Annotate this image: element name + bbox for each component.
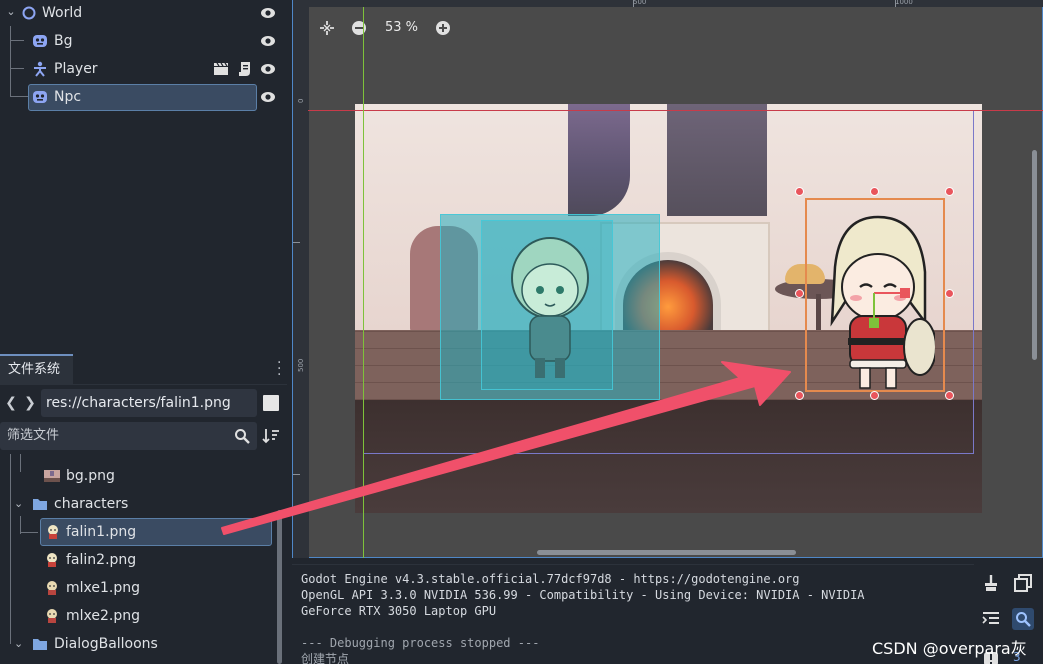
visibility-eye-icon[interactable]: [260, 89, 276, 105]
axis-y-line: [363, 7, 364, 558]
file-label: mlxe1.png: [66, 580, 140, 596]
script-icon[interactable]: [238, 61, 252, 77]
axis-x-line: [308, 110, 1043, 111]
node2d-icon: [22, 6, 36, 20]
ruler-top: [293, 0, 1043, 7]
filter-files-input[interactable]: 筛选文件: [0, 422, 257, 450]
tree-node-label: World: [42, 5, 83, 21]
tree-node-bg[interactable]: Bg: [0, 28, 287, 54]
tab-filesystem[interactable]: 文件系统: [0, 354, 73, 384]
sprite2d-icon: [33, 91, 47, 103]
list-item[interactable]: falin2.png: [40, 546, 270, 574]
output-line: 创建节点: [301, 652, 350, 664]
file-list: bg.png ⌄ characters falin1.png falin2.pn…: [0, 454, 275, 664]
image-thumbnail-icon: [48, 525, 58, 539]
list-item[interactable]: mlxe2.png: [40, 602, 270, 630]
file-list-scrollbar[interactable]: [277, 510, 282, 664]
output-line: GeForce RTX 3050 Laptop GPU: [301, 604, 497, 618]
folder-icon: [33, 499, 47, 510]
nav-back-icon[interactable]: ❮: [5, 394, 17, 412]
tree-guide: [10, 454, 11, 644]
tree-guide: [20, 532, 38, 533]
output-line: OpenGL API 3.3.0 NVIDIA 536.99 - Compati…: [301, 588, 865, 602]
file-label: DialogBalloons: [54, 636, 158, 652]
characterbody2d-icon: [34, 61, 46, 77]
tree-guide: [20, 454, 21, 472]
path-input[interactable]: res://characters/falin1.png: [41, 389, 257, 417]
list-item[interactable]: ⌄ DialogBalloons: [10, 630, 270, 658]
center-view-icon[interactable]: [319, 20, 335, 36]
tree-node-world[interactable]: ⌄ World: [0, 0, 287, 26]
list-item[interactable]: falin1.png: [40, 518, 272, 546]
godot-editor: ⌄ World Bg Player Npc 文件系统 · · · ❮ ❯ res…: [0, 0, 1043, 664]
path-bar: ❮ ❯ res://characters/falin1.png: [0, 388, 287, 418]
tree-node-npc[interactable]: Npc: [0, 84, 287, 111]
image-thumbnail-icon: [47, 553, 57, 567]
file-label: bg.png: [66, 468, 115, 484]
viewport-hscrollbar[interactable]: [537, 550, 796, 555]
zoom-level[interactable]: 53 %: [385, 20, 418, 36]
chevron-down-icon[interactable]: ⌄: [14, 630, 23, 658]
zoom-out-icon[interactable]: [351, 20, 367, 36]
camera-viewport-rect: [363, 110, 974, 454]
file-label: mlxe2.png: [66, 608, 140, 624]
list-item[interactable]: mlxe1.png: [40, 574, 270, 602]
file-label: falin2.png: [66, 552, 137, 568]
viewport-vscrollbar[interactable]: [1032, 150, 1037, 360]
file-label: falin1.png: [66, 524, 137, 540]
sort-icon[interactable]: [262, 428, 280, 444]
search-toggle-button[interactable]: [1012, 608, 1034, 630]
tree-node-player[interactable]: Player: [0, 56, 287, 82]
scrollbar-thumb[interactable]: [277, 510, 282, 664]
ruler-tick: [293, 242, 300, 243]
visibility-eye-icon[interactable]: [260, 5, 276, 21]
ruler-label: 0: [297, 98, 305, 103]
image-thumbnail-icon: [47, 581, 57, 595]
tree-node-label: Bg: [54, 33, 73, 49]
output-line: --- Debugging process stopped ---: [301, 636, 540, 650]
copy-icon[interactable]: [1014, 574, 1032, 592]
list-item[interactable]: bg.png: [40, 462, 270, 490]
tree-node-label: Npc: [54, 89, 82, 105]
ruler-label: 500: [297, 358, 305, 372]
collapse-lines-icon[interactable]: [982, 610, 1000, 628]
tab-bar-underline: [0, 384, 287, 385]
scene-tree-dock: ⌄ World Bg Player Npc: [0, 0, 287, 348]
watermark: CSDN @overpara灰: [872, 639, 1027, 658]
more-options-icon[interactable]: · · ·: [277, 356, 281, 382]
list-item[interactable]: ⌄ characters: [10, 490, 270, 518]
ruler-tick: [293, 474, 300, 475]
image-thumbnail-icon: [47, 609, 57, 623]
ruler-label: 1000: [895, 0, 913, 6]
output-line: Godot Engine v4.3.stable.official.77dcf9…: [301, 572, 800, 586]
image-thumbnail-icon: [44, 470, 60, 482]
toggle-split-icon[interactable]: [263, 395, 279, 411]
ruler-tick: [895, 0, 896, 7]
ruler-tick: [633, 0, 634, 7]
filter-bar: 筛选文件: [0, 422, 287, 450]
folder-icon: [33, 639, 47, 650]
zoom-in-icon[interactable]: [435, 20, 451, 36]
open-scene-clapper-icon[interactable]: [213, 62, 229, 76]
visibility-eye-icon[interactable]: [260, 33, 276, 49]
clear-output-icon[interactable]: [982, 574, 1000, 592]
search-icon: [235, 429, 250, 444]
search-icon: [1016, 612, 1031, 627]
file-label: characters: [54, 496, 129, 512]
chevron-down-icon[interactable]: ⌄: [14, 490, 23, 518]
nav-forward-icon[interactable]: ❯: [24, 394, 36, 412]
visibility-eye-icon[interactable]: [260, 61, 276, 77]
ruler-label: 500: [633, 0, 647, 6]
tree-node-label: Player: [54, 61, 98, 77]
chevron-down-icon[interactable]: ⌄: [4, 5, 18, 19]
filesystem-dock: 文件系统 · · · ❮ ❯ res://characters/falin1.png…: [0, 354, 287, 664]
sprite2d-icon: [33, 35, 47, 47]
